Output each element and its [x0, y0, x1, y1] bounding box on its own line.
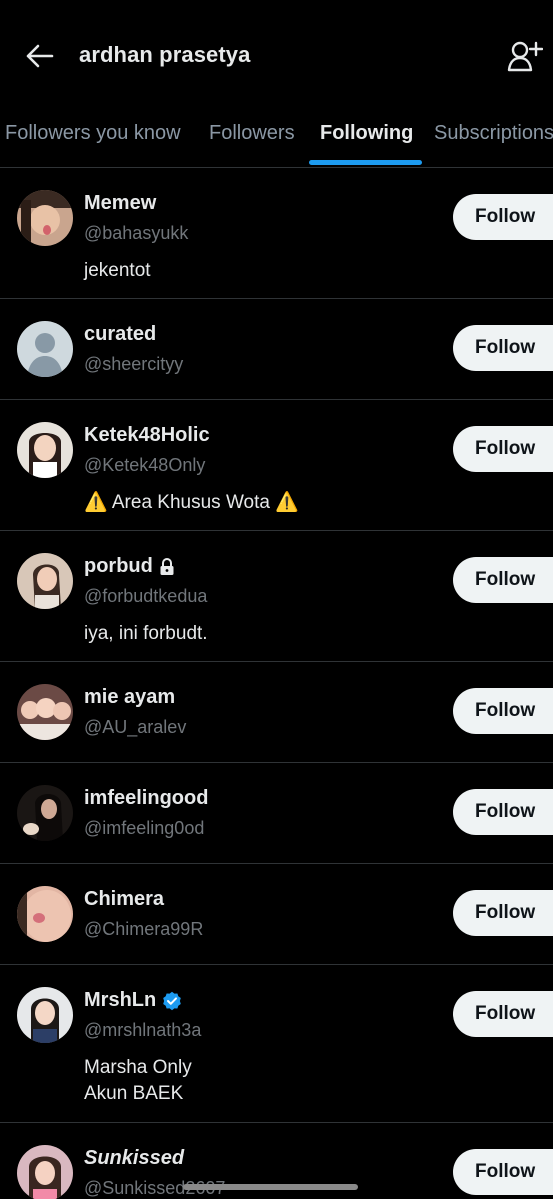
list-item[interactable]: Memew @bahasyukk jekentot Follow	[0, 168, 553, 299]
user-handle: @sheercityy	[84, 354, 184, 374]
following-list: Memew @bahasyukk jekentot Follow curated…	[0, 168, 553, 1199]
follow-button[interactable]: Follow	[453, 890, 553, 936]
back-button[interactable]	[24, 40, 56, 72]
user-display-name: mie ayam	[84, 686, 176, 708]
tab-following[interactable]: Following	[320, 122, 413, 145]
list-item[interactable]: Ketek48Holic @Ketek48Only ⚠️ Area Khusus…	[0, 400, 553, 531]
bio-line: Akun BAEK	[84, 1083, 184, 1104]
follow-button[interactable]: Follow	[453, 991, 553, 1037]
user-display-name: curated	[84, 323, 157, 345]
avatar	[17, 553, 73, 609]
user-bio: iya, ini forbudt.	[84, 623, 208, 644]
person-plus-icon	[507, 41, 543, 72]
user-bio: ⚠️ Area Khusus Wota ⚠️	[84, 492, 299, 513]
avatar	[17, 422, 73, 478]
user-handle: @mrshlnath3a	[84, 1020, 202, 1040]
list-item[interactable]: MrshLn @mrshlnath3a Marsha Only Akun BAE…	[0, 965, 553, 1123]
user-display-name: Sunkissed	[84, 1147, 185, 1169]
list-item[interactable]: curated @sheercityy Follow	[0, 299, 553, 400]
avatar	[17, 987, 73, 1043]
follow-button[interactable]: Follow	[453, 557, 553, 603]
user-handle: @AU_aralev	[84, 717, 187, 737]
tab-subscriptions[interactable]: Subscriptions	[434, 122, 553, 145]
add-user-button[interactable]	[505, 36, 545, 76]
user-handle: @Chimera99R	[84, 919, 204, 939]
follow-button[interactable]: Follow	[453, 325, 553, 371]
home-indicator[interactable]	[183, 1184, 358, 1190]
user-bio: jekentot	[84, 260, 151, 281]
active-tab-indicator	[309, 160, 422, 165]
follow-button[interactable]: Follow	[453, 426, 553, 472]
follow-button[interactable]: Follow	[453, 688, 553, 734]
user-bio: Marsha Only Akun BAEK	[84, 1055, 192, 1107]
user-display-name: MrshLn	[84, 989, 157, 1011]
user-handle: @bahasyukk	[84, 223, 189, 243]
follow-button[interactable]: Follow	[453, 789, 553, 835]
avatar	[17, 886, 73, 942]
user-display-name: imfeelingood	[84, 787, 209, 809]
user-display-name: Memew	[84, 192, 157, 214]
page-title: ardhan prasetya	[79, 42, 251, 67]
top-bar: ardhan prasetya	[0, 0, 553, 112]
verified-badge-icon	[163, 991, 182, 1010]
follow-button[interactable]: Follow	[453, 194, 553, 240]
list-item[interactable]: porbud @forbudtkedua iya, ini forbudt. F…	[0, 531, 553, 662]
tab-bar: Followers you know Followers Following S…	[0, 112, 553, 168]
user-display-name: Ketek48Holic	[84, 424, 210, 446]
avatar	[17, 785, 73, 841]
list-item[interactable]: Chimera @Chimera99R Follow	[0, 864, 553, 965]
avatar	[17, 321, 73, 377]
avatar	[17, 190, 73, 246]
bio-line: Marsha Only	[84, 1057, 192, 1078]
avatar	[17, 684, 73, 740]
list-item[interactable]: mie ayam @AU_aralev Follow	[0, 662, 553, 763]
avatar	[17, 1145, 73, 1199]
list-item[interactable]: imfeelingood @imfeeling0od Follow	[0, 763, 553, 864]
lock-icon	[160, 557, 174, 575]
tab-followers-you-know[interactable]: Followers you know	[5, 122, 181, 145]
user-handle: @Ketek48Only	[84, 455, 206, 475]
follow-button[interactable]: Follow	[453, 1149, 553, 1195]
tab-followers[interactable]: Followers	[209, 122, 295, 145]
arrow-left-icon	[26, 44, 54, 68]
user-display-name: Chimera	[84, 888, 165, 910]
user-handle: @forbudtkedua	[84, 586, 208, 606]
user-handle: @imfeeling0od	[84, 818, 205, 838]
user-display-name: porbud	[84, 555, 153, 577]
